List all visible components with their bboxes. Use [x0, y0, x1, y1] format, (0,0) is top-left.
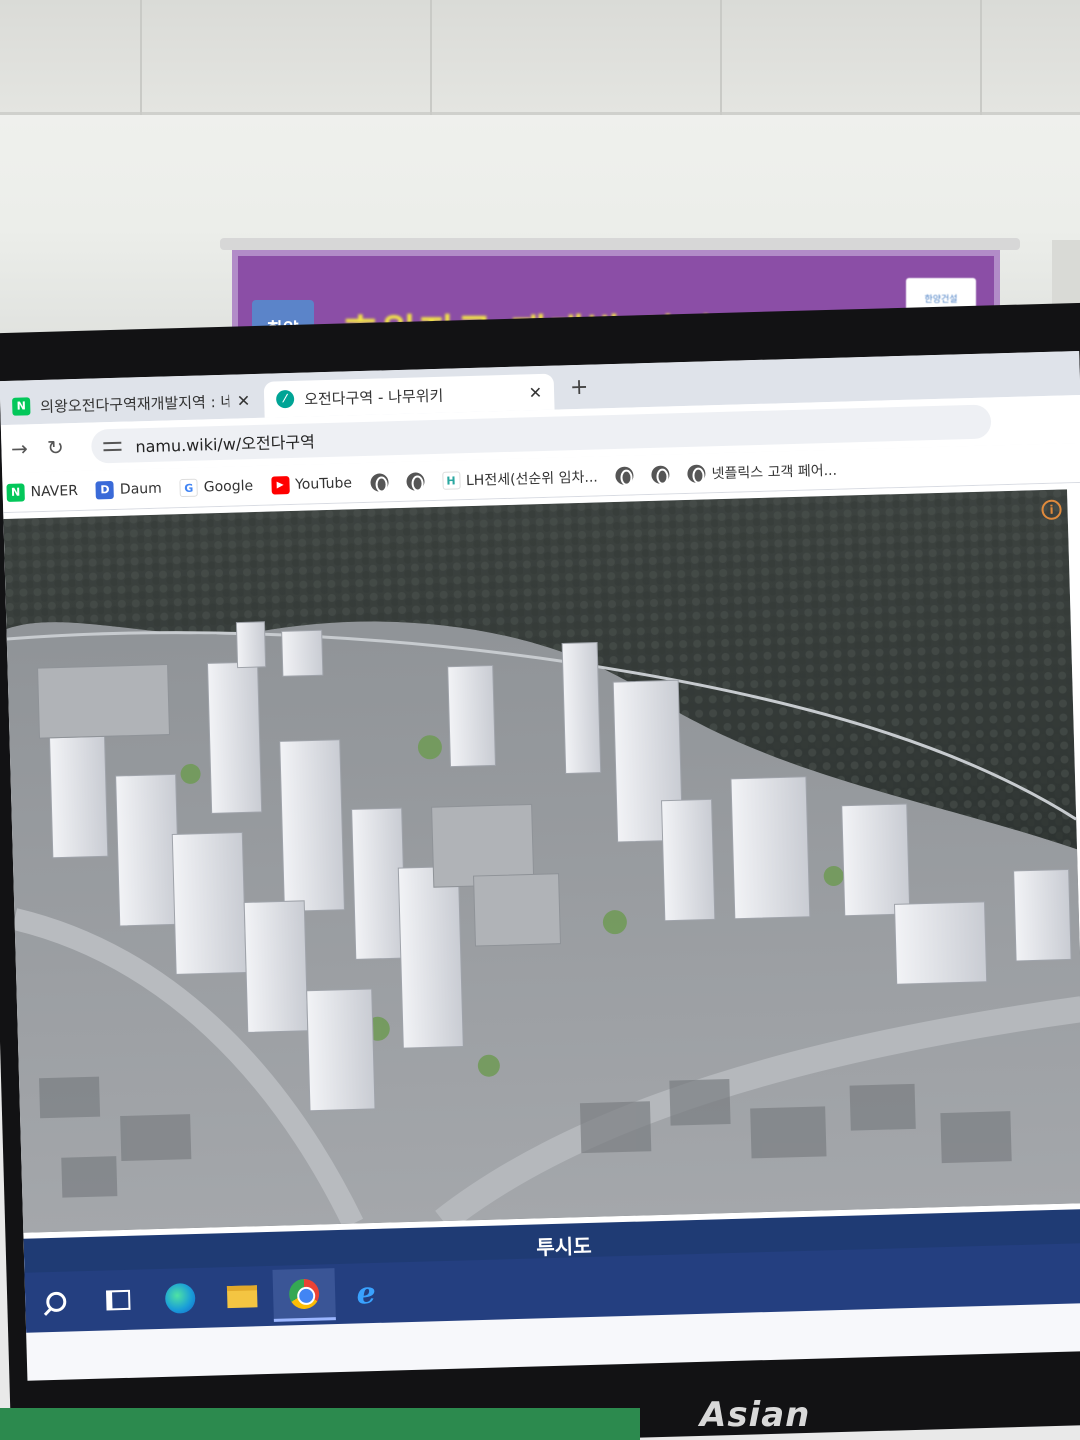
- taskbar-file-explorer[interactable]: [210, 1270, 273, 1324]
- edge-icon: [164, 1283, 196, 1314]
- banner-rod: [220, 238, 1020, 250]
- reload-icon[interactable]: ↻: [37, 435, 74, 460]
- new-tab-button[interactable]: +: [570, 375, 589, 401]
- globe-icon[interactable]: [369, 472, 389, 492]
- search-icon: [46, 1291, 67, 1313]
- tab-title: 오전다구역 - 나무위키: [303, 386, 444, 409]
- bookmark-label: LH전세(선순위 임차...: [465, 468, 598, 489]
- chrome-icon: [288, 1278, 320, 1309]
- taskbar-taskview[interactable]: [87, 1273, 150, 1327]
- google-icon: G: [179, 478, 199, 497]
- bookmark-label: 넷플릭스 고객 페어...: [711, 462, 838, 482]
- forward-arrow-icon[interactable]: →: [1, 436, 38, 461]
- ceiling-tile-seam: [430, 0, 432, 115]
- bookmark-label: NAVER: [30, 482, 79, 500]
- monitor-bezel: N 의왕오전다구역재개발지역 : 네 ✕ ⁄ 오전다구역 - 나무위키 ✕ + …: [0, 302, 1080, 1440]
- naver-icon: N: [12, 397, 31, 416]
- taskbar-search[interactable]: [25, 1275, 88, 1329]
- desk-object: [0, 1408, 640, 1440]
- taskbar-empty-area: [397, 1273, 1080, 1293]
- taskbar-internet-explorer[interactable]: e: [334, 1266, 397, 1320]
- bookmark-label: Daum: [119, 480, 163, 498]
- taskbar-chrome[interactable]: [272, 1268, 336, 1322]
- lh-icon: H: [441, 470, 461, 490]
- ceiling-tile-seam: [140, 0, 142, 115]
- task-view-icon: [105, 1289, 131, 1311]
- internet-explorer-icon: e: [356, 1275, 377, 1311]
- bookmark-label: YouTube: [294, 474, 353, 493]
- globe-icon[interactable]: [651, 464, 670, 484]
- bookmark-google[interactable]: G Google: [179, 477, 254, 497]
- monitor-brand-logo: Asian: [700, 1395, 811, 1435]
- aerial-rendering-drawing: [3, 489, 1080, 1233]
- page-content: i 투시도: [3, 482, 1080, 1285]
- aerial-rendering-image[interactable]: i: [3, 489, 1080, 1233]
- bookmark-label: Google: [203, 477, 254, 495]
- daum-icon: D: [95, 480, 115, 499]
- ceiling: [0, 0, 1080, 115]
- bookmark-youtube[interactable]: ▶ YouTube: [270, 474, 353, 495]
- bookmark-naver[interactable]: N NAVER: [6, 481, 79, 502]
- url-text[interactable]: namu.wiki/w/오전다구역: [135, 428, 315, 457]
- bookmark-daum[interactable]: D Daum: [95, 479, 163, 499]
- tab-title: 의왕오전다구역재개발지역 : 네: [40, 392, 230, 416]
- youtube-icon: ▶: [270, 475, 290, 495]
- site-settings-icon[interactable]: [103, 437, 123, 456]
- folder-icon: [226, 1285, 258, 1309]
- close-icon[interactable]: ✕: [528, 382, 542, 401]
- ceiling-tile-seam: [720, 0, 722, 115]
- globe-icon[interactable]: [615, 465, 634, 485]
- globe-icon: [687, 463, 706, 483]
- naver-icon: N: [6, 482, 25, 502]
- monitor-screen: N 의왕오전다구역재개발지역 : 네 ✕ ⁄ 오전다구역 - 나무위키 ✕ + …: [0, 350, 1080, 1381]
- bookmark-netflix-pair[interactable]: 넷플릭스 고객 페어...: [687, 459, 837, 483]
- ceiling-tile-seam: [980, 0, 982, 115]
- close-icon[interactable]: ✕: [237, 391, 251, 410]
- globe-icon[interactable]: [405, 471, 425, 491]
- namuwiki-icon: ⁄: [275, 389, 295, 409]
- bookmark-lh[interactable]: H LH전세(선순위 임차...: [441, 466, 598, 490]
- taskbar-edge[interactable]: [149, 1272, 212, 1326]
